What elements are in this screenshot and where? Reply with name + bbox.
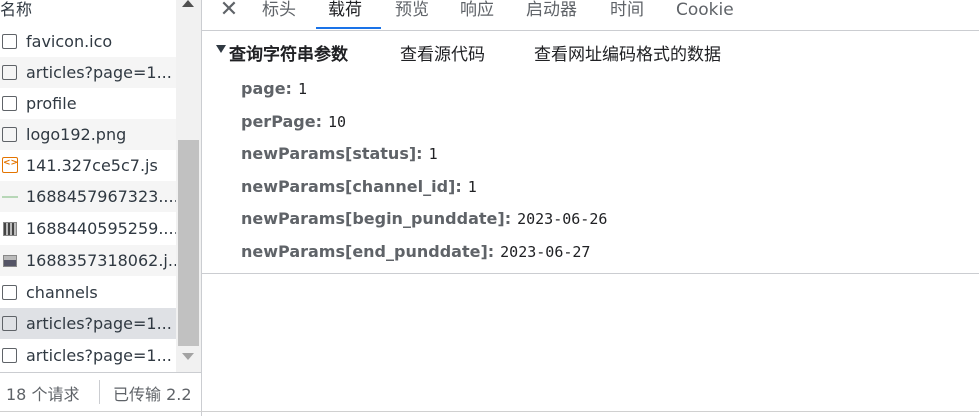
request-details-panel: ✕ 标头 载荷 预览 响应 启动器 时间 Cookie 查询字符串参数 查看源代… xyxy=(202,0,979,416)
request-row[interactable]: profile xyxy=(0,88,176,119)
transferred-size: 已传输 2.2 xyxy=(113,385,192,404)
request-row[interactable]: <> 141.327ce5c7.js xyxy=(0,150,176,181)
param-value: 2023-06-27 xyxy=(500,243,591,261)
tab-headers[interactable]: 标头 xyxy=(262,0,296,21)
document-icon xyxy=(2,34,17,49)
triangle-down-icon[interactable] xyxy=(216,45,226,53)
request-name: 141.327ce5c7.js xyxy=(26,156,158,175)
name-column-label: 名称 xyxy=(0,0,33,19)
request-row[interactable]: logo192.png xyxy=(0,119,176,150)
param-key: newParams[status]: xyxy=(241,144,423,163)
section-title: 查询字符串参数 xyxy=(229,45,348,65)
request-row[interactable]: 1688357318062.j... xyxy=(0,245,176,276)
request-list-scrollbar[interactable] xyxy=(176,0,201,372)
request-row[interactable]: 1688457967323.... xyxy=(0,181,176,212)
request-count: 18 个请求 xyxy=(6,385,80,404)
tab-response[interactable]: 响应 xyxy=(460,0,494,21)
scrollbar-thumb[interactable] xyxy=(178,140,199,346)
scroll-down-arrow-icon[interactable] xyxy=(182,353,194,360)
active-tab-indicator xyxy=(316,27,381,29)
tab-preview[interactable]: 预览 xyxy=(395,0,429,21)
request-name: favicon.ico xyxy=(26,32,113,51)
request-row[interactable]: articles?page=1... xyxy=(0,340,176,371)
name-column-header[interactable]: 名称 xyxy=(0,0,176,26)
request-name: 1688457967323.... xyxy=(26,187,176,206)
param-value: 10 xyxy=(328,113,347,131)
view-source-button[interactable]: 查看源代码 xyxy=(400,40,485,65)
image-thumb-icon xyxy=(3,255,17,267)
image-line-icon xyxy=(2,196,18,198)
param-key: newParams[begin_punddate]: xyxy=(241,209,512,228)
request-row[interactable]: channels xyxy=(0,277,176,308)
param-value: 1 xyxy=(428,145,438,163)
tab-cookies[interactable]: Cookie xyxy=(676,0,734,21)
request-row[interactable]: 1688440595259.... xyxy=(0,213,176,244)
param-key: page: xyxy=(241,79,292,98)
param-row: newParams[channel_id]: 1 xyxy=(241,176,477,198)
param-value: 1 xyxy=(297,80,307,98)
window-bottom-border xyxy=(0,411,979,412)
request-name: 1688357318062.j... xyxy=(26,251,176,270)
section-divider xyxy=(202,273,979,274)
image-thumb-icon xyxy=(3,222,17,236)
request-row[interactable]: articles?page=1... xyxy=(0,57,176,88)
document-icon xyxy=(2,285,17,300)
document-icon xyxy=(2,127,17,142)
details-tab-bar: ✕ 标头 载荷 预览 响应 启动器 时间 Cookie xyxy=(202,0,979,31)
request-row-selected[interactable]: articles?page=1... xyxy=(0,308,176,339)
request-name: articles?page=1... xyxy=(26,314,172,333)
request-name: 1688440595259.... xyxy=(26,219,176,238)
param-value: 1 xyxy=(467,178,477,196)
request-name: channels xyxy=(26,283,98,302)
close-icon[interactable]: ✕ xyxy=(218,0,240,22)
tab-payload[interactable]: 载荷 xyxy=(328,0,362,21)
view-url-encoded-button[interactable]: 查看网址编码格式的数据 xyxy=(534,40,721,65)
request-name: profile xyxy=(26,94,77,113)
param-key: newParams[channel_id]: xyxy=(241,177,462,196)
status-divider xyxy=(99,380,100,404)
scroll-up-arrow-icon[interactable] xyxy=(182,0,194,7)
script-icon: <> xyxy=(2,157,18,173)
param-row: newParams[end_punddate]: 2023-06-27 xyxy=(241,241,590,263)
param-row: perPage: 10 xyxy=(241,111,346,133)
param-row: page: 1 xyxy=(241,78,307,100)
param-row: newParams[status]: 1 xyxy=(241,143,438,165)
document-icon xyxy=(2,96,17,111)
tab-initiator[interactable]: 启动器 xyxy=(526,0,577,21)
tab-timing[interactable]: 时间 xyxy=(610,0,644,21)
param-value: 2023-06-26 xyxy=(517,210,608,228)
document-icon xyxy=(2,316,17,331)
request-name: articles?page=1... xyxy=(26,346,172,365)
request-name: articles?page=1... xyxy=(26,63,172,82)
status-bar: 18 个请求 已传输 2.2 xyxy=(0,372,201,413)
request-list-panel: 名称 favicon.ico articles?page=1... profil… xyxy=(0,0,202,416)
param-key: perPage: xyxy=(241,112,322,131)
request-row[interactable]: favicon.ico xyxy=(0,26,176,57)
document-icon xyxy=(2,65,17,80)
param-key: newParams[end_punddate]: xyxy=(241,242,495,261)
document-icon xyxy=(2,348,17,363)
param-row: newParams[begin_punddate]: 2023-06-26 xyxy=(241,208,607,230)
request-name: logo192.png xyxy=(26,125,127,144)
